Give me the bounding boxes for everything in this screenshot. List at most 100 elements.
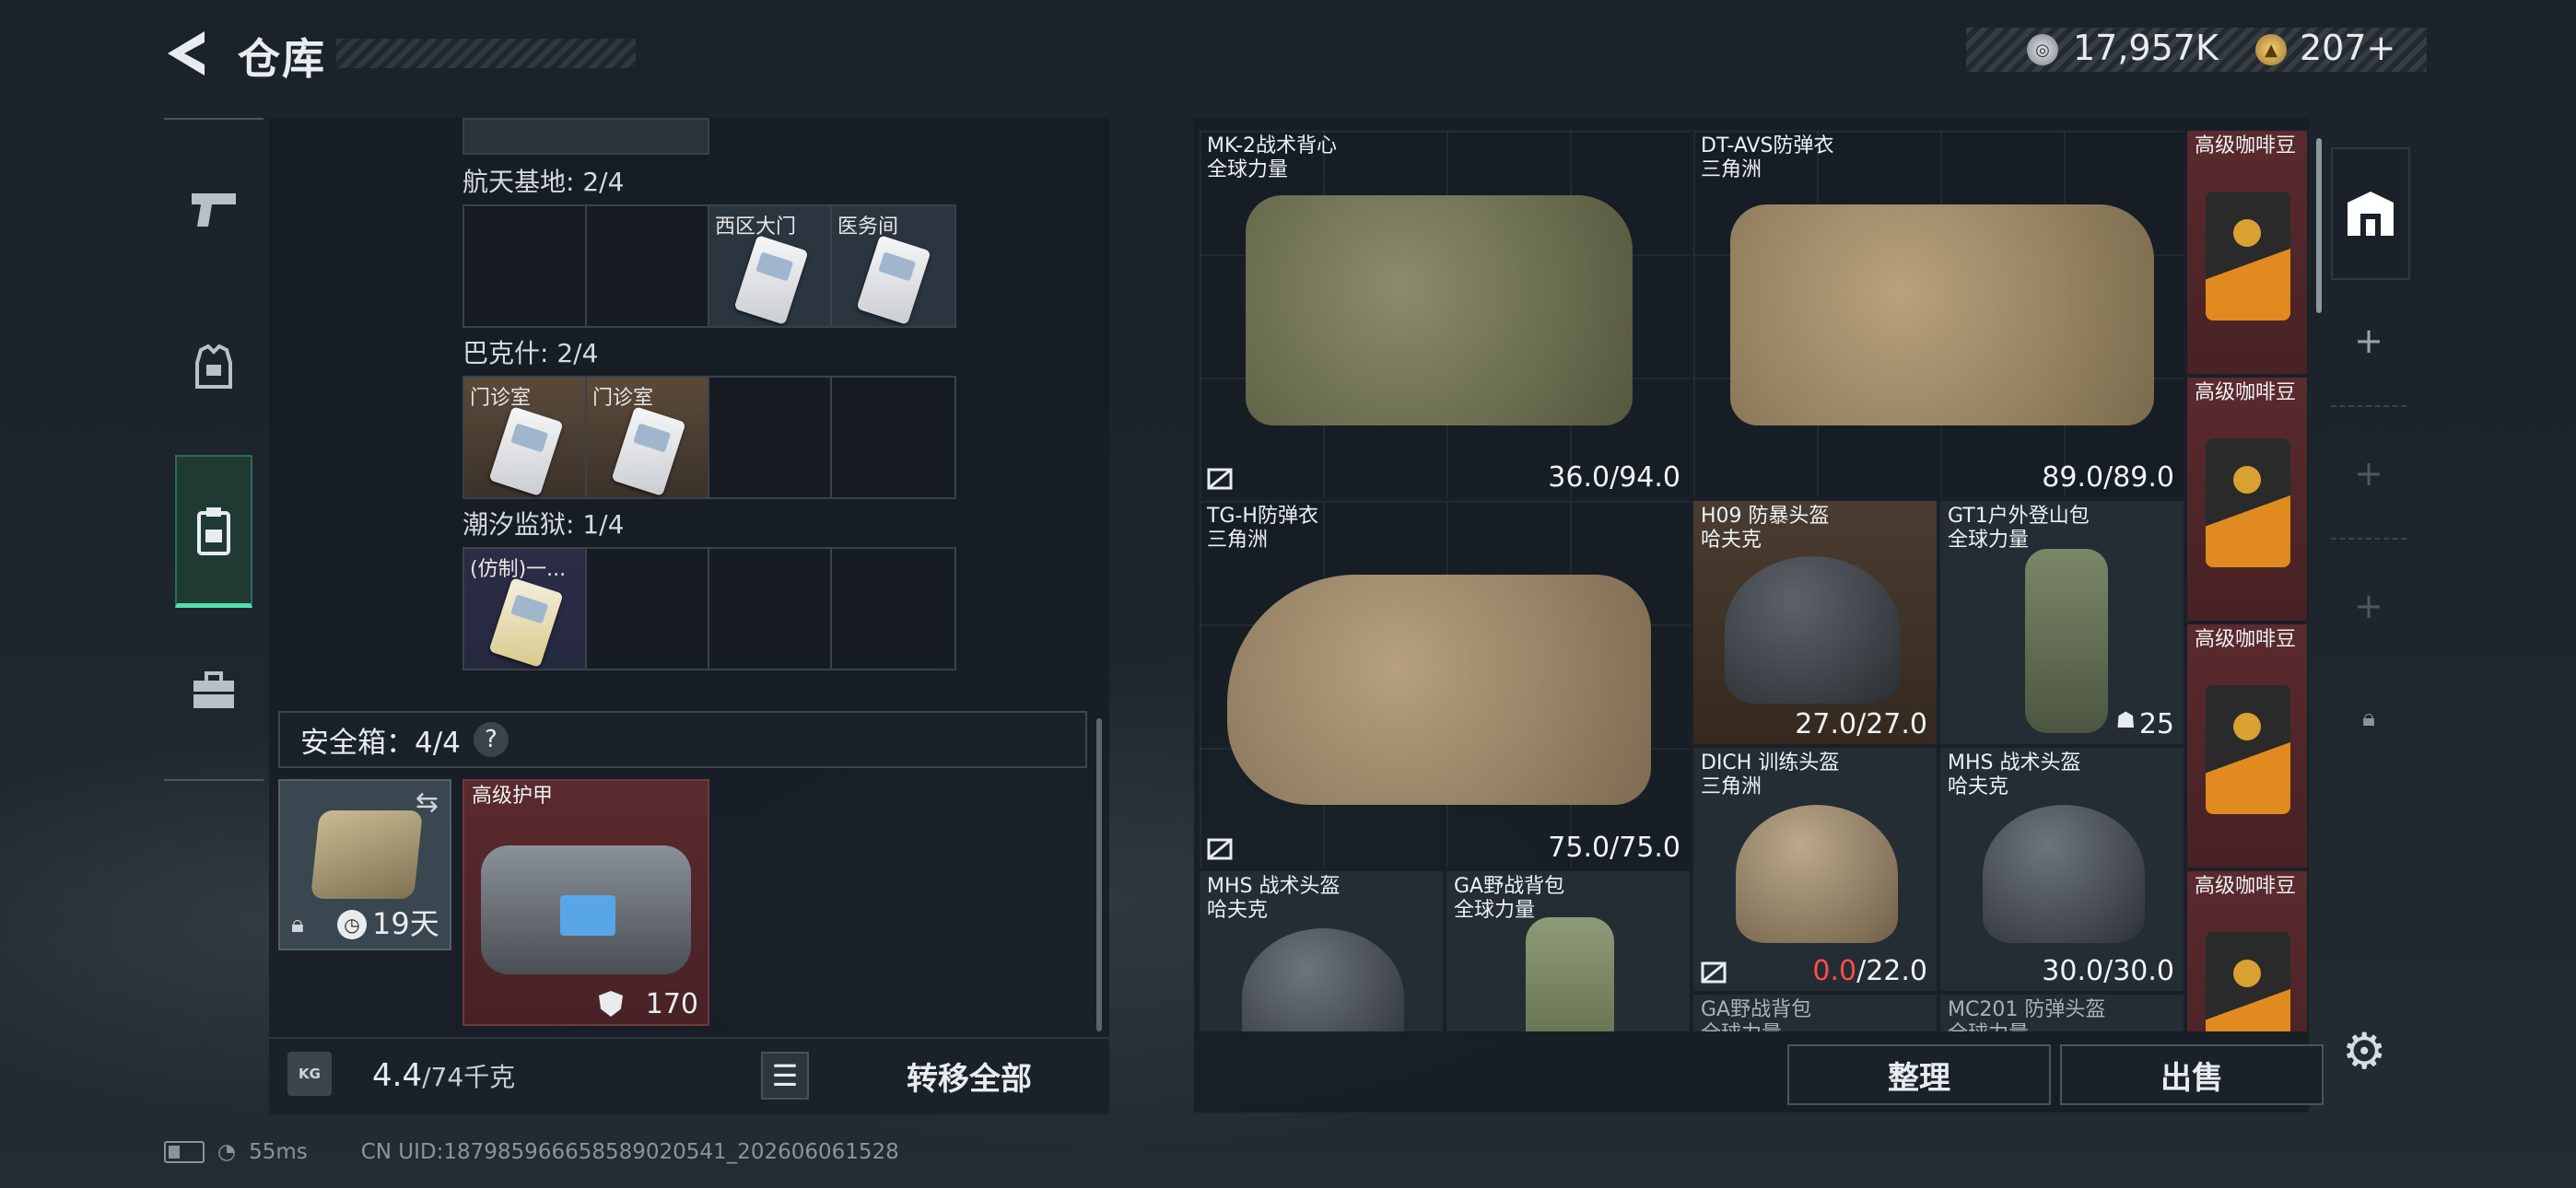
keycard-item-icon [488,577,564,668]
keycard-slot[interactable]: (仿制)一... [464,549,587,669]
coffee-bean-bag-icon [2206,192,2290,320]
back-arrow-icon[interactable] [162,28,208,79]
weight-max: /74千克 [422,1062,516,1092]
helmet-item-icon [1736,805,1898,943]
page-title: 仓库 [238,34,326,84]
no-repair-icon [1207,468,1233,490]
keycard-slot[interactable] [832,549,954,669]
section-label-bakesh: 巴克什: 2/4 [463,338,599,368]
nav-items[interactable] [164,626,263,755]
safe-armor-slot[interactable]: 高级护甲 170 [463,779,709,1026]
keycard-slot[interactable] [587,549,709,669]
battery-icon [164,1141,205,1163]
safe-case-slot[interactable]: ⇆ 🔒︎ ◷ 19天 [278,779,451,950]
nav-armor[interactable] [164,304,263,433]
safe-box-label: 安全箱：4/4 [300,726,461,760]
coffee-bean-bag-icon [2206,438,2290,567]
inventory-item[interactable]: DT-AVS防弹衣 三角洲 89.0/89.0 [1692,129,2185,499]
locked-slot-icon: 🔒︎ [2362,704,2375,732]
nav-weapons[interactable] [164,146,263,274]
keycard-slot[interactable]: 门诊室 [464,378,587,497]
inventory-item[interactable]: DICH 训练头盔 三角洲 0.0/22.0 [1692,746,1938,993]
armor-bag-icon [481,845,691,974]
nav-keycards[interactable] [175,455,252,608]
no-repair-icon [1701,961,1727,984]
inventory-item[interactable]: 高级咖啡豆 [2185,376,2309,623]
gold-triangle-coin-icon: ▲ [2255,34,2287,65]
briefcase-icon [193,671,234,708]
warehouse-icon [2348,192,2394,236]
add-container-icon: + [2331,409,2406,540]
right-scrollbar[interactable] [2316,138,2322,313]
section-label-prison: 潮汐监狱: 1/4 [463,509,625,540]
inventory-item[interactable]: 高级咖啡豆 [2185,623,2309,869]
keycard-grid-bakesh: 门诊室 门诊室 [463,376,956,499]
status-bar: ◔ 55ms CN UID:187985966658589020541_2026… [164,1140,899,1164]
settings-gear-icon[interactable]: ⚙ [2342,1022,2386,1080]
keycard-slot[interactable]: 医务间 [832,206,954,326]
lock-icon: 🔒︎ [291,911,304,938]
inventory-item[interactable]: GA野战背包全球力量 [1692,993,1938,1031]
gold-amount[interactable]: 207+ [2300,28,2395,68]
keycard-slot[interactable]: 西区大门 [709,206,832,326]
inventory-item[interactable]: GT1户外登山包 全球力量 ☗ 25 [1938,499,2185,746]
add-container-icon: + [2354,586,2383,626]
title-decoration [336,39,636,68]
keycard-slot[interactable]: 门诊室 [587,378,709,497]
add-container-icon[interactable]: + [2331,276,2406,407]
list-view-icon[interactable]: ☰ [761,1052,809,1100]
keycard-slot[interactable] [587,206,709,326]
vest-item-icon [1730,204,2154,425]
pistol-icon [192,193,236,227]
keycard-icon [197,507,230,555]
left-scrollbar[interactable] [1096,718,1102,1031]
sort-button[interactable]: 整理 [1787,1044,2051,1105]
keycard-slot[interactable] [832,378,954,497]
armor-icon [195,344,232,389]
user-uid: CN UID:187985966658589020541_20260606152… [360,1140,899,1164]
keycard-grid-aerospace: 西区大门 医务间 [463,204,956,328]
inventory-item[interactable]: H09 防暴头盔 哈夫克 27.0/27.0 [1692,499,1938,746]
section-label-aerospace: 航天基地: 2/4 [463,167,625,197]
silver-coin-icon: ◎ [2027,34,2058,65]
container-tabs: + + + 🔒︎ [2331,147,2410,746]
keycard-item-icon [856,235,931,325]
transfer-all-button[interactable]: 转移全部 [829,1037,1109,1114]
backpack-item-icon [1526,917,1614,1031]
keycard-slot[interactable] [464,206,587,326]
capacity-icon: ☗ [2115,707,2136,733]
inventory-item[interactable]: MK-2战术背心 全球力量 36.0/94.0 [1198,129,1692,499]
help-icon[interactable]: ? [473,722,509,757]
inventory-item[interactable]: MHS 战术头盔 哈夫克 [1198,869,1445,1031]
case-days-remaining: 19天 [372,906,439,941]
armor-shield-icon [599,991,623,1017]
coffee-bean-bag-icon [2206,932,2290,1031]
no-repair-icon [1207,838,1233,860]
keycard-slot[interactable] [709,549,832,669]
keycard-slot[interactable] [709,378,832,497]
keycard-item-icon [733,235,809,325]
silver-amount: 17,957K [2073,28,2219,68]
swap-icon[interactable]: ⇆ [416,786,439,819]
safe-box-header: 安全箱：4/4 ? [278,711,1087,768]
wifi-icon: ◔ [217,1140,237,1164]
keycard-item-icon [488,406,564,496]
inventory-item[interactable]: MC201 防弹头盔全球力量 [1938,993,2185,1031]
keycard-item-icon [611,406,686,496]
keycard-grid-prison: (仿制)一... [463,547,956,670]
warehouse-tab[interactable] [2331,147,2410,280]
helmet-item-icon [1242,928,1404,1031]
coffee-bean-bag-icon [2206,685,2290,814]
ping-readout: 55ms [249,1140,308,1164]
backpack-item-icon [2025,549,2108,733]
scrolled-grid-row [463,118,709,155]
sell-button[interactable]: 出售 [2060,1044,2324,1105]
inventory-item[interactable]: GA野战背包全球力量 [1445,869,1692,1031]
inventory-item[interactable]: 高级咖啡豆 [2185,129,2309,376]
weight-icon: KG [287,1052,332,1096]
inventory-item[interactable]: TG-H防弹衣 三角洲 75.0/75.0 [1198,499,1692,869]
vest-item-icon [1227,575,1651,805]
inventory-item[interactable]: MHS 战术头盔 哈夫克 30.0/30.0 [1938,746,2185,993]
helmet-item-icon [1983,805,2145,943]
inventory-item[interactable]: 高级咖啡豆 [2185,869,2309,1031]
